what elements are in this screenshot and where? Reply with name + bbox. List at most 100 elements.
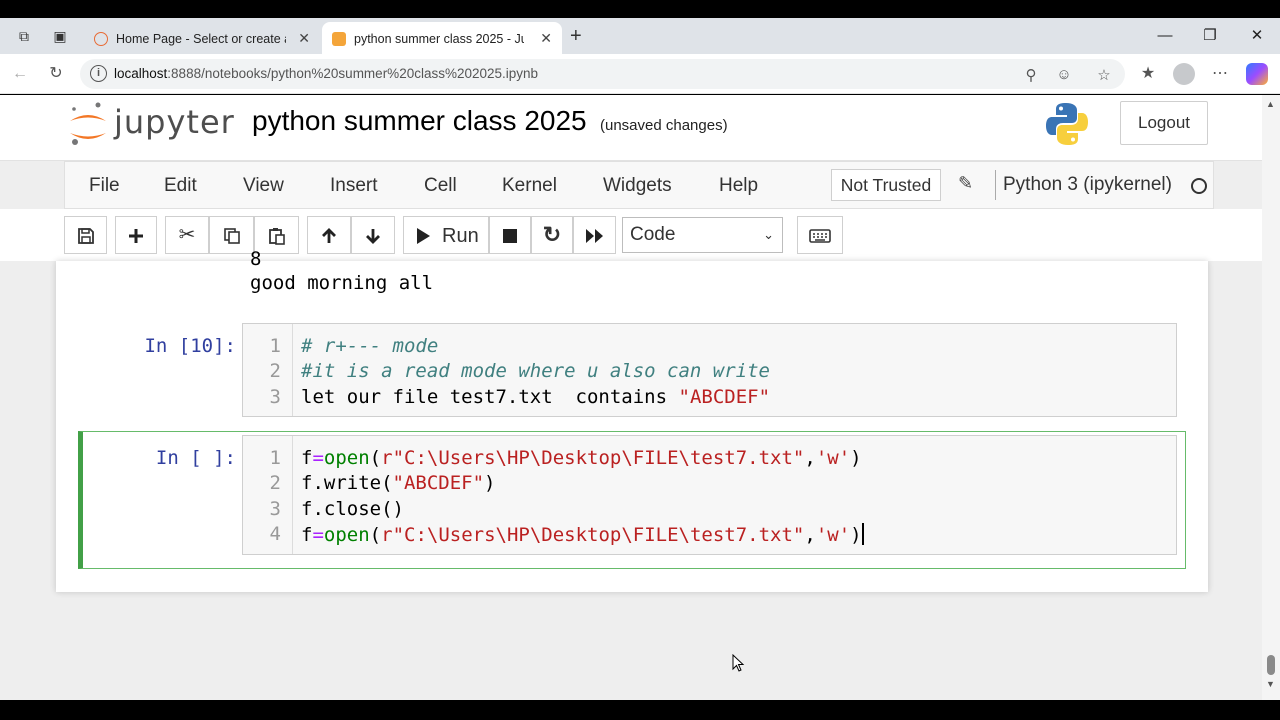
- restart-kernel-button[interactable]: ↻: [531, 216, 573, 254]
- code-line: f=open(r"C:\Users\HP\Desktop\FILE\test7.…: [301, 447, 862, 469]
- menu-view[interactable]: View: [243, 175, 284, 197]
- kernel-name[interactable]: Python 3 (ipykernel): [1003, 174, 1172, 196]
- menu-widgets[interactable]: Widgets: [603, 175, 672, 197]
- menu-bar: File Edit View Insert Cell Kernel Widget…: [64, 161, 1214, 209]
- code-line: f=open(r"C:\Users\HP\Desktop\FILE\test7.…: [301, 523, 864, 546]
- scissors-icon: ✂: [178, 224, 196, 246]
- kernel-idle-indicator-icon: [1191, 178, 1207, 194]
- python-logo-icon: [1046, 103, 1088, 145]
- zoom-icon[interactable]: ⚲: [1022, 66, 1040, 84]
- text-cursor: [861, 523, 864, 545]
- notebook-title[interactable]: python summer class 2025: [252, 105, 587, 137]
- favorite-star-icon[interactable]: ☆: [1095, 66, 1113, 84]
- code-line: #it is a read mode where u also can writ…: [301, 360, 770, 382]
- tab-actions-icon[interactable]: ▣: [50, 26, 70, 46]
- interrupt-kernel-button[interactable]: [489, 216, 531, 254]
- run-label: Run: [442, 225, 479, 248]
- line-number: 4: [269, 523, 281, 545]
- save-button[interactable]: [64, 216, 107, 254]
- run-button[interactable]: Run: [403, 216, 489, 254]
- line-number: 3: [269, 498, 281, 520]
- menu-file[interactable]: File: [89, 175, 120, 197]
- command-palette-button[interactable]: [797, 216, 843, 254]
- site-info-icon[interactable]: i: [90, 65, 107, 82]
- output-line: good morning all: [250, 272, 434, 294]
- cell-type-select[interactable]: Code ⌄: [622, 217, 783, 253]
- scroll-up-icon[interactable]: ▲: [1266, 99, 1275, 109]
- page-scrollbar[interactable]: ▲ ▼: [1262, 95, 1280, 700]
- favorites-icon[interactable]: ★: [1138, 64, 1158, 84]
- logout-button[interactable]: Logout: [1120, 101, 1208, 145]
- jupyter-logo-icon[interactable]: [68, 101, 108, 149]
- cell-type-value: Code: [630, 224, 676, 245]
- copy-icon: [223, 228, 240, 245]
- tab-title: python summer class 2025 - Jupyter Noteb…: [354, 31, 524, 46]
- tab-title: Home Page - Select or create a notebook: [116, 31, 286, 46]
- insert-cell-button[interactable]: [115, 216, 157, 254]
- play-icon: [417, 228, 430, 245]
- copilot-icon[interactable]: [1246, 63, 1268, 85]
- code-line: let our file test7.txt contains "ABCDEF": [301, 386, 771, 408]
- menu-help[interactable]: Help: [719, 175, 758, 197]
- line-number: 1: [269, 335, 281, 357]
- close-window-icon[interactable]: ✕: [1247, 26, 1267, 46]
- arrow-down-icon: [366, 229, 380, 245]
- line-number: 3: [269, 386, 281, 408]
- arrow-up-icon: [322, 228, 336, 244]
- cell-prompt: In [ ]:: [155, 447, 236, 469]
- scrollbar-thumb[interactable]: [1267, 655, 1275, 675]
- new-tab-icon[interactable]: +: [570, 26, 582, 46]
- save-icon: [77, 228, 94, 245]
- minimize-icon[interactable]: —: [1155, 26, 1175, 46]
- move-up-button[interactable]: [307, 216, 351, 254]
- browser-titlebar: ⧉ ▣ Home Page - Select or create a noteb…: [0, 18, 1280, 54]
- copy-button[interactable]: [209, 216, 254, 254]
- line-number: 2: [269, 360, 281, 382]
- menu-insert[interactable]: Insert: [330, 175, 378, 197]
- plus-icon: [129, 229, 143, 244]
- reading-view-icon[interactable]: ☺: [1055, 66, 1073, 83]
- menu-edit[interactable]: Edit: [164, 175, 197, 197]
- close-tab-icon[interactable]: ✕: [540, 22, 552, 54]
- stop-icon: [503, 229, 517, 244]
- workspaces-icon[interactable]: ⧉: [14, 26, 34, 46]
- address-bar-row: ← ↻ i localhost:8888/notebooks/python%20…: [0, 54, 1280, 94]
- notebook-header: jupyter python summer class 2025 (unsave…: [0, 95, 1262, 161]
- notebook-toolbar: ✂ Run ↻ Code ⌄: [0, 209, 1262, 261]
- jupyter-page: jupyter python summer class 2025 (unsave…: [0, 95, 1262, 700]
- more-menu-icon[interactable]: ⋯: [1210, 64, 1230, 84]
- edit-pencil-icon[interactable]: ✎: [958, 173, 973, 194]
- menu-kernel[interactable]: Kernel: [502, 175, 557, 197]
- not-trusted-button[interactable]: Not Trusted: [831, 169, 941, 201]
- profile-avatar[interactable]: [1173, 63, 1195, 85]
- code-cell-editor[interactable]: 1 2 3 4 f=open(r"C:\Users\HP\Desktop\FIL…: [242, 435, 1177, 555]
- keyboard-icon: [809, 229, 831, 244]
- restart-run-all-button[interactable]: [573, 216, 616, 254]
- move-down-button[interactable]: [351, 216, 395, 254]
- back-icon[interactable]: ←: [10, 64, 30, 84]
- code-line: f.write("ABCDEF"): [301, 472, 496, 494]
- notebook-favicon-icon: [332, 31, 346, 46]
- refresh-icon[interactable]: ↻: [46, 64, 66, 84]
- output-partial-line: 8: [250, 248, 262, 270]
- tab-notebook[interactable]: python summer class 2025 - Jupyter Noteb…: [322, 22, 562, 54]
- restore-icon[interactable]: ❐: [1200, 26, 1220, 46]
- menu-cell[interactable]: Cell: [424, 175, 457, 197]
- notebook-container: 8 good morning all In [10]: 1 2 3 # r+--…: [56, 248, 1208, 592]
- url-text: localhost:8888/notebooks/python%20summer…: [114, 66, 539, 81]
- cut-button[interactable]: ✂: [165, 216, 209, 254]
- code-line: f.close(): [301, 498, 404, 520]
- line-number: 1: [269, 447, 281, 469]
- chevron-down-icon: ⌄: [763, 227, 774, 242]
- save-status: (unsaved changes): [600, 117, 728, 134]
- url-field[interactable]: i localhost:8888/notebooks/python%20summ…: [80, 59, 1125, 89]
- scroll-down-icon[interactable]: ▼: [1266, 679, 1275, 689]
- code-cell-editor[interactable]: 1 2 3 # r+--- mode #it is a read mode wh…: [242, 323, 1177, 417]
- tab-home-page[interactable]: Home Page - Select or create a notebook …: [84, 22, 320, 54]
- kernel-divider: [995, 170, 996, 200]
- cell-prompt: In [10]:: [144, 335, 236, 357]
- jupyter-wordmark: jupyter: [114, 103, 235, 141]
- close-tab-icon[interactable]: ✕: [298, 22, 310, 54]
- bottom-black-bar: [0, 700, 1280, 720]
- code-line: # r+--- mode: [301, 335, 439, 357]
